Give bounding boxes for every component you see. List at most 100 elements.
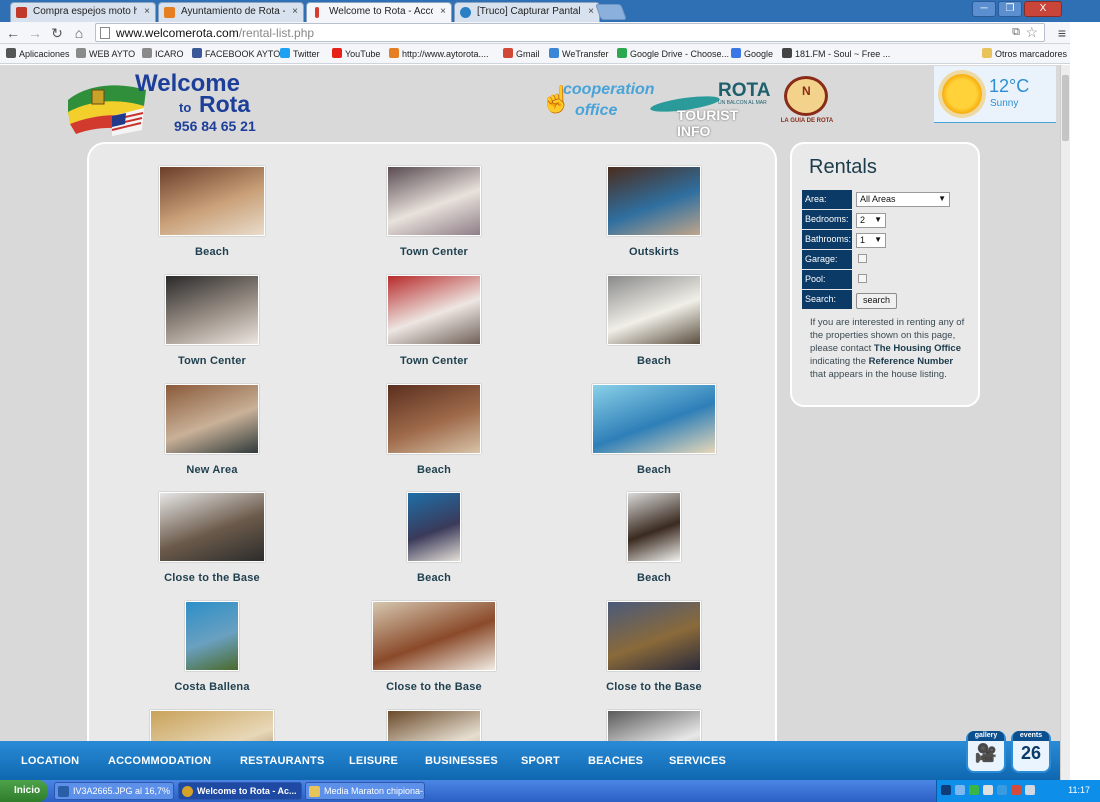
bookmark-icaro[interactable]: ICARO <box>142 48 184 59</box>
display-icon[interactable] <box>1025 785 1035 795</box>
listing-caption[interactable]: Beach <box>539 355 769 367</box>
listing-photo[interactable] <box>607 166 701 236</box>
bookmark-google[interactable]: Google <box>731 48 773 59</box>
bookmark-facebook[interactable]: FACEBOOK AYTO <box>192 48 280 59</box>
bookmark-google-drive[interactable]: Google Drive - Choose... <box>617 48 729 59</box>
listing-caption[interactable]: Beach <box>319 572 549 584</box>
bookmark-gmail[interactable]: Gmail <box>503 48 540 59</box>
events-badge[interactable]: events 26 <box>1011 731 1051 773</box>
address-bar[interactable]: www.welcomerota.com/rental-list.php ⧉ ☆ <box>95 23 1045 42</box>
back-arrow-icon[interactable]: ← <box>4 24 22 42</box>
listing-photo[interactable] <box>387 166 481 236</box>
nav-beaches[interactable]: BEACHES <box>588 755 643 767</box>
listing-photo[interactable] <box>607 601 701 671</box>
listing-photo[interactable] <box>159 492 265 562</box>
listing-card[interactable]: New Area <box>97 384 327 476</box>
listing-caption[interactable]: Close to the Base <box>97 572 327 584</box>
browser-tab-1[interactable]: Ayuntamiento de Rota - Adm × <box>158 2 304 22</box>
listing-card[interactable]: Beach <box>319 492 549 584</box>
scroll-thumb[interactable] <box>1062 75 1069 141</box>
listing-caption[interactable]: New Area <box>97 464 327 476</box>
bathrooms-select[interactable]: 1 ▼ <box>856 233 886 248</box>
bookmark-star-icon[interactable]: ☆ <box>1025 24 1038 41</box>
nav-restaurants[interactable]: RESTAURANTS <box>240 755 325 767</box>
close-window-button[interactable]: X <box>1024 1 1062 17</box>
listing-photo[interactable] <box>185 601 239 671</box>
search-button[interactable]: search <box>856 293 898 309</box>
listing-card[interactable]: Close to the Base <box>97 492 327 584</box>
listing-card[interactable]: Beach <box>539 384 769 476</box>
browser-tab-3[interactable]: [Truco] Capturar Pantallas d × <box>454 2 600 22</box>
nav-businesses[interactable]: BUSINESSES <box>425 755 498 767</box>
listing-card[interactable]: Town Center <box>97 275 327 367</box>
listing-photo[interactable] <box>407 492 461 562</box>
update-icon[interactable] <box>997 785 1007 795</box>
browser-tab-2[interactable]: Welcome to Rota - Accommo × <box>306 2 452 22</box>
listing-caption[interactable]: Town Center <box>319 246 549 258</box>
tourist-info-link[interactable]: ROTA UN BALCON AL MAR TOURIST INFO <box>649 80 772 139</box>
listing-card[interactable]: Close to the Base <box>539 601 769 693</box>
language-icon[interactable] <box>941 785 951 795</box>
listing-caption[interactable]: Beach <box>539 572 769 584</box>
bookmark-wetransfer[interactable]: WeTransfer <box>549 48 609 59</box>
listing-photo[interactable] <box>607 275 701 345</box>
listing-card[interactable]: Costa Ballena <box>97 601 327 693</box>
task-chrome[interactable]: Welcome to Rota - Ac... <box>178 782 302 800</box>
listing-caption[interactable]: Close to the Base <box>319 681 549 693</box>
guia-de-rota-link[interactable]: N LA GUIA DE ROTA <box>776 76 838 128</box>
restore-button[interactable]: ❐ <box>998 1 1022 17</box>
pool-checkbox[interactable] <box>858 274 867 283</box>
bedrooms-select[interactable]: 2 ▼ <box>856 213 886 228</box>
listing-photo[interactable] <box>165 275 259 345</box>
reload-icon[interactable]: ↻ <box>48 24 66 42</box>
security-icon[interactable] <box>1011 785 1021 795</box>
antivirus-icon[interactable] <box>969 785 979 795</box>
nav-sport[interactable]: SPORT <box>521 755 560 767</box>
listing-photo[interactable] <box>165 384 259 454</box>
listing-caption[interactable]: Town Center <box>97 355 327 367</box>
listing-caption[interactable]: Beach <box>319 464 549 476</box>
listing-card[interactable]: Close to the Base <box>319 601 549 693</box>
listing-photo[interactable] <box>159 166 265 236</box>
listing-card[interactable]: Beach <box>319 384 549 476</box>
home-icon[interactable]: ⌂ <box>70 24 88 42</box>
listing-caption[interactable]: Beach <box>97 246 327 258</box>
vertical-scrollbar[interactable] <box>1060 65 1070 780</box>
nav-accommodation[interactable]: ACCOMMODATION <box>108 755 211 767</box>
nav-location[interactable]: LOCATION <box>21 755 79 767</box>
bookmark-aytorota[interactable]: http://www.aytorota.... <box>389 48 489 59</box>
listing-caption[interactable]: Close to the Base <box>539 681 769 693</box>
listing-photo[interactable] <box>387 275 481 345</box>
bookmark-twitter[interactable]: Twitter <box>280 48 320 59</box>
task-folder[interactable]: Media Maraton chipiona-... <box>305 782 425 800</box>
browser-tab-0[interactable]: Compra espejos moto honda × <box>10 2 156 22</box>
bookmark-youtube[interactable]: YouTube <box>332 48 380 59</box>
housing-office-link[interactable]: The Housing Office <box>874 343 961 354</box>
close-tab-icon[interactable]: × <box>440 6 446 17</box>
close-tab-icon[interactable]: × <box>144 6 150 17</box>
listing-photo[interactable] <box>592 384 716 454</box>
menu-hamburger-icon[interactable]: ≡ <box>1058 25 1066 41</box>
listing-photo[interactable] <box>372 601 496 671</box>
bookmark-other[interactable]: Otros marcadores <box>982 48 1067 59</box>
volume-icon[interactable] <box>983 785 993 795</box>
listing-photo[interactable] <box>627 492 681 562</box>
nav-leisure[interactable]: LEISURE <box>349 755 398 767</box>
network-icon[interactable] <box>955 785 965 795</box>
bookmark-web-ayto[interactable]: WEB AYTO <box>76 48 135 59</box>
bookmark-apps[interactable]: Aplicaciones <box>6 48 70 59</box>
translate-icon[interactable]: ⧉ <box>1012 26 1020 39</box>
listing-card[interactable]: Outskirts <box>539 166 769 258</box>
bookmark-181fm[interactable]: 181.FM - Soul ~ Free ... <box>782 48 890 59</box>
cooperation-office-link[interactable]: ☝ cooperation office <box>540 80 655 122</box>
new-tab-button[interactable] <box>595 4 627 20</box>
area-select[interactable]: All Areas ▼ <box>856 192 950 207</box>
close-tab-icon[interactable]: × <box>588 6 594 17</box>
listing-card[interactable]: Beach <box>539 275 769 367</box>
listing-caption[interactable]: Costa Ballena <box>97 681 327 693</box>
forward-arrow-icon[interactable]: → <box>26 24 44 42</box>
garage-checkbox[interactable] <box>858 254 867 263</box>
listing-card[interactable]: Beach <box>97 166 327 258</box>
logo-rota-text[interactable]: Rota <box>199 91 250 118</box>
listing-card[interactable]: Town Center <box>319 166 549 258</box>
